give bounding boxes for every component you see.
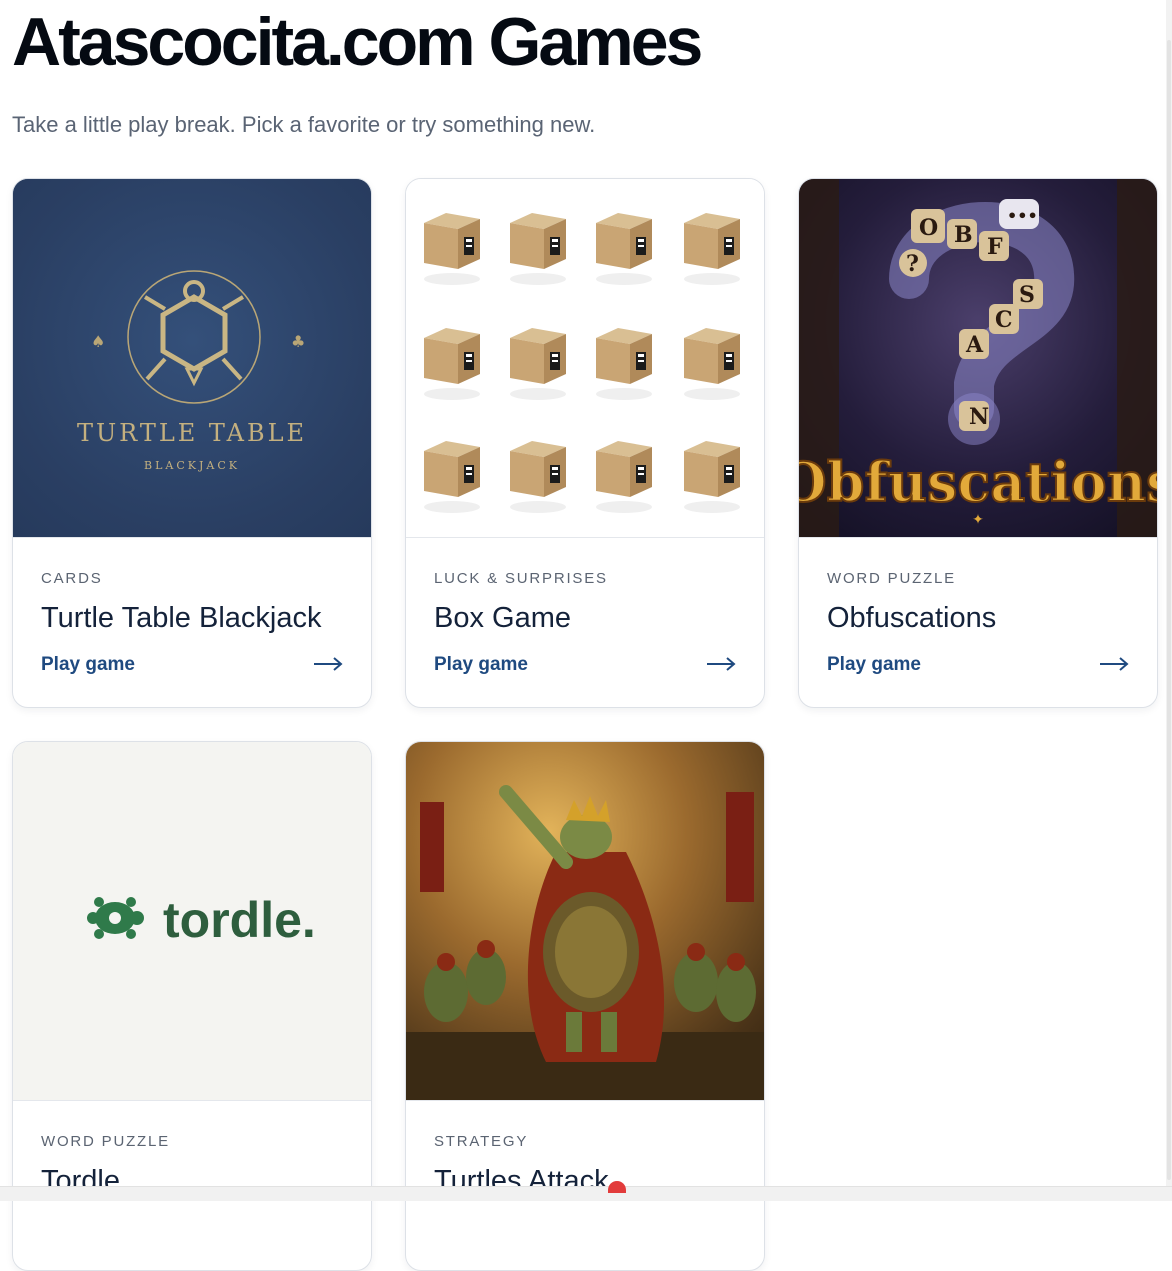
- game-card-obfuscations[interactable]: O B F S C A N ? ••• Obfuscations ✦ WORD …: [798, 178, 1158, 708]
- card-category: WORD PUZZLE: [41, 1133, 170, 1150]
- game-card-box-game[interactable]: LUCK & SURPRISES Box Game Play game: [405, 178, 765, 708]
- notification-dot: [608, 1181, 626, 1193]
- svg-text:•••: •••: [1007, 206, 1038, 225]
- svg-text:✦: ✦: [972, 511, 984, 527]
- card-category: LUCK & SURPRISES: [434, 570, 608, 587]
- browser-bottom-bar: [0, 1181, 1172, 1201]
- arrow-right-icon[interactable]: [313, 656, 343, 672]
- card-body: LUCK & SURPRISES Box Game Play game: [406, 537, 764, 707]
- scrollbar[interactable]: [1166, 0, 1172, 1200]
- svg-text:O: O: [919, 215, 938, 241]
- card-category: CARDS: [41, 570, 103, 587]
- card-title[interactable]: Turtle Table Blackjack: [41, 602, 321, 635]
- svg-text:S: S: [1019, 282, 1035, 308]
- svg-text:♠: ♠: [91, 332, 105, 351]
- turtle-table-artwork: ♠ ♣ TURTLE TABLE BLACKJACK: [13, 179, 371, 537]
- arrow-right-icon[interactable]: [706, 656, 736, 672]
- svg-text:C: C: [995, 307, 1013, 333]
- box-game-artwork: [406, 179, 764, 537]
- svg-text:♣: ♣: [291, 332, 305, 351]
- turtles-attack-artwork: [406, 742, 764, 1100]
- page-subtitle: Take a little play break. Pick a favorit…: [12, 112, 596, 137]
- scrollbar-thumb[interactable]: [1167, 40, 1171, 1180]
- card-body: CARDS Turtle Table Blackjack Play game: [13, 537, 371, 707]
- svg-text:F: F: [987, 234, 1003, 260]
- card-category: STRATEGY: [434, 1133, 529, 1150]
- obfuscations-logo-text: Obfuscations: [799, 450, 1157, 514]
- tordle-artwork: tordle.: [13, 742, 371, 1100]
- turtle-table-logo-subtitle: BLACKJACK: [144, 459, 240, 472]
- turtle-icon: [87, 897, 144, 939]
- obfuscations-artwork: O B F S C A N ? ••• Obfuscations ✦: [799, 179, 1157, 537]
- card-body: WORD PUZZLE Obfuscations Play game: [799, 537, 1157, 707]
- svg-text:?: ?: [906, 251, 919, 277]
- play-game-link[interactable]: Play game: [41, 654, 135, 676]
- tordle-logo-text: tordle.: [163, 892, 316, 948]
- tordle-logo: tordle.: [87, 892, 316, 948]
- card-category: WORD PUZZLE: [827, 570, 956, 587]
- card-title[interactable]: Obfuscations: [827, 602, 996, 635]
- question-mark-tiles-icon: O B F S C A N ? ••• Obfuscations ✦: [799, 179, 1157, 537]
- turtle-emblem-icon: ♠ ♣: [91, 270, 305, 404]
- play-game-link[interactable]: Play game: [434, 654, 528, 676]
- card-title[interactable]: Box Game: [434, 602, 571, 635]
- svg-text:B: B: [954, 222, 973, 248]
- turtle-king-illustration: [406, 785, 764, 1100]
- svg-text:A: A: [965, 332, 984, 358]
- turtle-table-logo-title: TURTLE TABLE: [76, 419, 308, 447]
- boxes-grid-icon: [424, 213, 740, 513]
- game-card-turtle-table-blackjack[interactable]: ♠ ♣ TURTLE TABLE BLACKJACK CARDS Turtle …: [12, 178, 372, 708]
- svg-text:N: N: [969, 404, 989, 430]
- page-title: Atascocita.com Games: [12, 4, 703, 80]
- play-game-link[interactable]: Play game: [827, 654, 921, 676]
- arrow-right-icon[interactable]: [1099, 656, 1129, 672]
